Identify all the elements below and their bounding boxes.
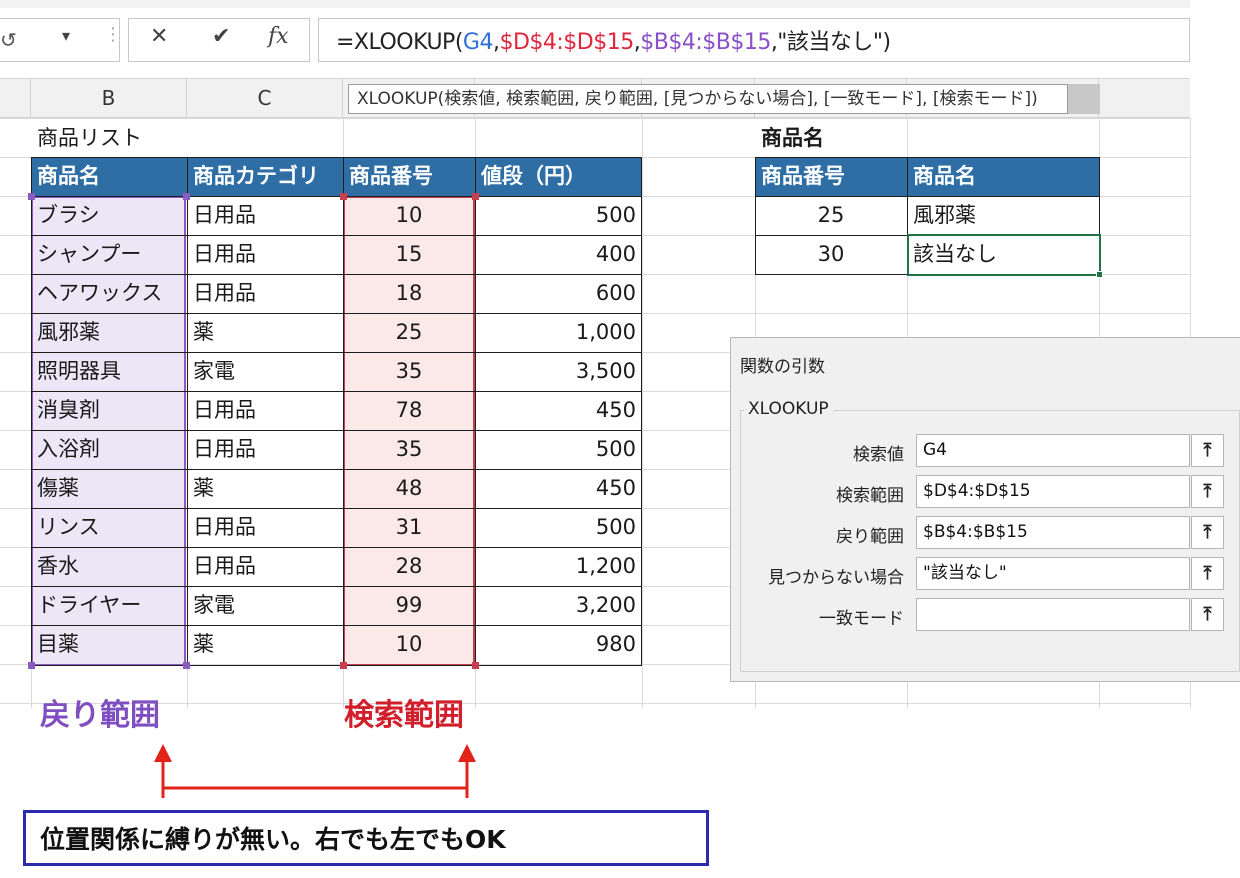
grip-dots-icon: ⋮ [104, 24, 122, 45]
fill-handle[interactable] [1096, 271, 1103, 278]
product-table-border [31, 157, 642, 666]
formula-token: G4 [462, 30, 494, 55]
bracket-line [161, 786, 469, 798]
return-range-handle[interactable] [28, 193, 35, 200]
cancel-icon[interactable]: ✕ [150, 24, 168, 49]
argument-label: 検索値 [853, 445, 904, 465]
grid-hline [0, 703, 1190, 704]
lookup-title: 商品名 [755, 119, 905, 158]
formula-text: =XLOOKUP(G4,$D$4:$D$15,$B$4:$B$15,"該当なし"… [336, 24, 891, 56]
argument-label: 戻り範囲 [836, 527, 904, 547]
argument-input[interactable]: $B$4:$B$15 [916, 516, 1190, 549]
return-range-handle[interactable] [183, 662, 190, 669]
column-header-b[interactable]: B [31, 78, 187, 118]
return-range-handle[interactable] [183, 193, 190, 200]
search-range-handle[interactable] [340, 662, 347, 669]
argument-input[interactable]: "該当なし" [916, 557, 1190, 590]
search-range-handle[interactable] [472, 193, 479, 200]
tooltip-edge [1068, 84, 1100, 114]
search-range-handle[interactable] [340, 193, 347, 200]
argument-label: 見つからない場合 [768, 568, 904, 588]
table-title: 商品リスト [31, 119, 231, 158]
formula-token: ,"該当なし") [770, 30, 891, 55]
formula-token: $B$4:$B$15 [640, 30, 771, 55]
argument-input[interactable]: $D$4:$D$15 [916, 475, 1190, 508]
collapse-dialog-icon[interactable]: ⤒ [1191, 475, 1224, 508]
collapse-dialog-icon[interactable]: ⤒ [1191, 557, 1224, 590]
argument-input[interactable]: G4 [916, 434, 1190, 467]
column-header-c[interactable]: C [187, 78, 343, 118]
grid-vline [642, 118, 643, 708]
note-text: 位置関係に縛りが無い。右でも左でもOK [40, 825, 506, 854]
search-range-label: 検索範囲 [344, 698, 464, 733]
active-cell-outline [907, 234, 1101, 276]
search-range-handle[interactable] [472, 662, 479, 669]
ribbon-edge [0, 0, 1190, 8]
insert-function-icon[interactable]: fx [268, 24, 289, 49]
collapse-dialog-icon[interactable]: ⤒ [1191, 598, 1224, 631]
return-range-label: 戻り範囲 [40, 698, 160, 733]
dialog-title: 関数の引数 [740, 357, 825, 377]
enter-icon[interactable]: ✔ [212, 24, 230, 49]
function-tooltip: XLOOKUP(検索値, 検索範囲, 戻り範囲, [見つからない場合], [一致… [348, 84, 1068, 114]
return-range-handle[interactable] [28, 662, 35, 669]
name-box[interactable] [0, 18, 120, 62]
formula-token: $D$4:$D$15 [499, 30, 634, 55]
column-header-a[interactable] [0, 78, 31, 118]
argument-label: 一致モード [819, 609, 904, 629]
formula-token: =XLOOKUP( [336, 30, 463, 55]
argument-input[interactable] [916, 598, 1190, 631]
name-box-dropdown-icon[interactable]: ▾ [62, 26, 70, 45]
dialog-group-label: XLOOKUP [744, 399, 833, 419]
collapse-dialog-icon[interactable]: ⤒ [1191, 516, 1224, 549]
argument-label: 検索範囲 [836, 486, 904, 506]
collapse-dialog-icon[interactable]: ⤒ [1191, 434, 1224, 467]
name-box-text: ↺ [0, 28, 17, 52]
left-arrow-head [154, 744, 172, 762]
right-arrow-head [458, 744, 476, 762]
arrows-diagram [154, 744, 476, 798]
